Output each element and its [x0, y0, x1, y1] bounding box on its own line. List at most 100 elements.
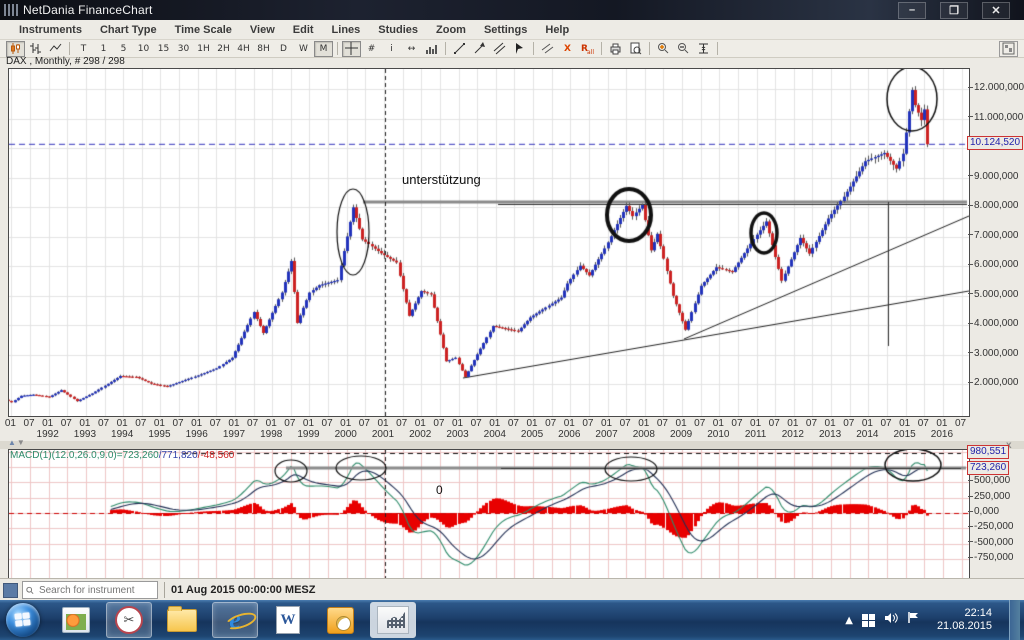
fit-vertical-button[interactable]: [694, 41, 713, 57]
macd-chart[interactable]: [8, 449, 970, 580]
zoom-in-button[interactable]: [654, 41, 673, 57]
action-center-flag-icon[interactable]: [907, 611, 920, 629]
macd-axis-label: 500,000: [968, 475, 1010, 486]
menu-studies[interactable]: Studies: [369, 22, 427, 38]
timescale-1h[interactable]: 1H: [194, 41, 213, 57]
timescale-5[interactable]: 5: [114, 41, 133, 57]
panel-toggle-button[interactable]: [3, 583, 18, 598]
netdania-app-icon[interactable]: [370, 602, 416, 638]
volume-button[interactable]: [422, 41, 441, 57]
year-label: 2005: [514, 429, 550, 440]
timescale-month[interactable]: M: [314, 41, 333, 57]
timescale-30[interactable]: 30: [174, 41, 193, 57]
snipping-tool-icon[interactable]: ✂: [106, 602, 152, 638]
start-button[interactable]: [6, 603, 40, 637]
channel-button[interactable]: [490, 41, 509, 57]
time-tick-label: 01: [411, 418, 429, 429]
timescale-2h[interactable]: 2H: [214, 41, 233, 57]
time-tick-label: 07: [802, 418, 820, 429]
timescale-1[interactable]: 1: [94, 41, 113, 57]
year-label: 1995: [141, 429, 177, 440]
crosshair-button[interactable]: [342, 41, 361, 57]
current-price-tag: 10.124,520: [967, 136, 1023, 150]
timescale-tick[interactable]: T: [74, 41, 93, 57]
timescale-10[interactable]: 10: [134, 41, 153, 57]
trendline-arrow-button[interactable]: [470, 41, 489, 57]
outlook-icon[interactable]: [318, 603, 362, 637]
menu-instruments[interactable]: Instruments: [10, 22, 91, 38]
titlebar: NetDania FinanceChart –❐✕: [0, 0, 1024, 20]
year-label: 2004: [477, 429, 513, 440]
windows-update-tray-icon[interactable]: [862, 614, 875, 627]
time-tick-label: 07: [467, 418, 485, 429]
toolbar-separator: [649, 42, 650, 55]
menu-time-scale[interactable]: Time Scale: [166, 22, 241, 38]
timescale-15[interactable]: 15: [154, 41, 173, 57]
line-chart-button[interactable]: [46, 41, 65, 57]
timescale-4h[interactable]: 4H: [234, 41, 253, 57]
macd-study-label: MACD(1)(12.0,26.0,9.0)=723,260/771,820/-…: [10, 450, 234, 461]
menu-edit[interactable]: Edit: [284, 22, 323, 38]
chart-area: DAX , Monthly, # 298 / 298 12.000,00011.…: [0, 58, 1024, 578]
delete-line-button[interactable]: X: [558, 41, 577, 57]
year-label: 2006: [551, 429, 587, 440]
word-icon-glyph: W: [276, 606, 300, 634]
time-tick-label: 07: [914, 418, 932, 429]
grid-button[interactable]: #: [362, 41, 381, 57]
tray-expand-icon[interactable]: ▲: [845, 615, 853, 626]
main-price-chart[interactable]: [8, 68, 970, 417]
year-label: 1993: [67, 429, 103, 440]
tray-clock[interactable]: 22:1421.08.2015: [929, 607, 1000, 633]
scroll-button[interactable]: ↔: [402, 41, 421, 57]
zoom-out-button[interactable]: [674, 41, 693, 57]
splitter-arrows-icon[interactable]: ▲▼: [8, 438, 26, 447]
time-tick-label: 01: [486, 418, 504, 429]
price-label: 3.000,000: [968, 348, 1019, 359]
menu-lines[interactable]: Lines: [323, 22, 370, 38]
print-preview-button[interactable]: [626, 41, 645, 57]
minimize-button[interactable]: –: [898, 2, 926, 19]
photo-viewer-icon[interactable]: [54, 603, 98, 637]
menu-zoom[interactable]: Zoom: [427, 22, 475, 38]
show-desktop-button[interactable]: [1009, 600, 1020, 640]
menu-help[interactable]: Help: [536, 22, 578, 38]
print-button[interactable]: [606, 41, 625, 57]
word-icon[interactable]: W: [266, 603, 310, 637]
panel-splitter[interactable]: ▲▼: [0, 441, 1024, 449]
price-label: 5.000,000: [968, 289, 1019, 300]
info-button[interactable]: i: [382, 41, 401, 57]
trendline-button[interactable]: [450, 41, 469, 57]
cursor-flag-button[interactable]: [510, 41, 529, 57]
ohlc-chart-button[interactable]: [26, 41, 45, 57]
year-label: 2009: [663, 429, 699, 440]
explorer-folder-icon-glyph: [167, 609, 197, 632]
search-input[interactable]: [37, 584, 154, 597]
parallel-lines-button[interactable]: [538, 41, 557, 57]
menu-settings[interactable]: Settings: [475, 22, 536, 38]
chart-layout-button[interactable]: [999, 41, 1018, 57]
menu-view[interactable]: View: [241, 22, 284, 38]
status-bar: 01 Aug 2015 00:00:00 MESZ: [0, 578, 1024, 601]
time-tick-label: 01: [523, 418, 541, 429]
timescale-day[interactable]: D: [274, 41, 293, 57]
timescale-week[interactable]: W: [294, 41, 313, 57]
time-tick-label: 07: [952, 418, 970, 429]
internet-explorer-icon[interactable]: e: [212, 602, 258, 638]
toolbar-separator: [337, 42, 338, 55]
close-button[interactable]: ✕: [982, 2, 1010, 19]
time-tick-label: 07: [840, 418, 858, 429]
menu-chart-type[interactable]: Chart Type: [91, 22, 166, 38]
remove-all-button[interactable]: Rall: [578, 41, 597, 57]
timescale-8h[interactable]: 8H: [254, 41, 273, 57]
instrument-search[interactable]: [22, 581, 158, 599]
explorer-folder-icon[interactable]: [160, 603, 204, 637]
statusbar-divider: [164, 582, 165, 598]
candlestick-chart-button[interactable]: [6, 41, 25, 57]
svg-text:all: all: [587, 49, 594, 55]
macd-axis-label: -750,000: [968, 552, 1013, 563]
search-icon: [26, 586, 34, 595]
restore-button[interactable]: ❐: [940, 2, 968, 19]
macd-value: MACD(1)(12.0,26.0,9.0)=723,260: [10, 450, 159, 461]
volume-icon[interactable]: [884, 611, 898, 629]
price-label: 11.000,000: [968, 112, 1023, 123]
